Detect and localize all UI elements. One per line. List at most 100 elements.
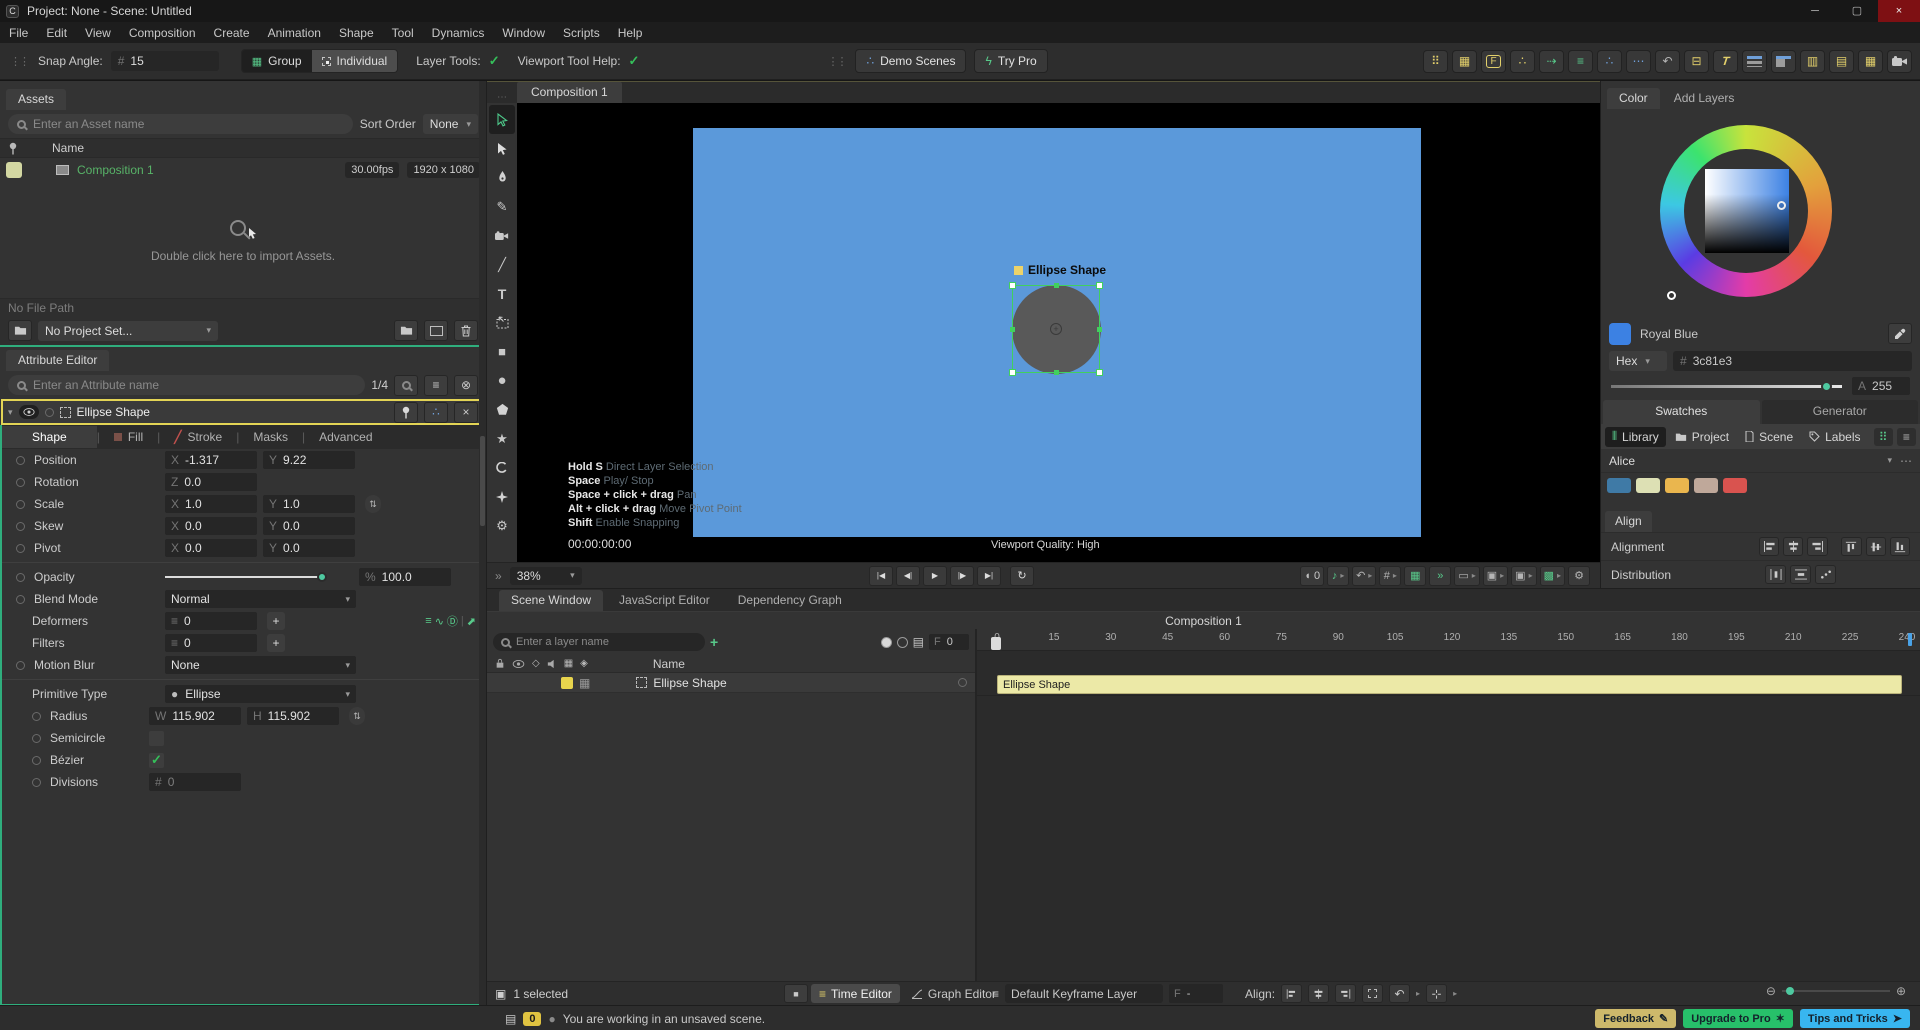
align-top-button[interactable] [1841,537,1862,556]
selected-layer-header[interactable]: ▾ Ellipse Shape ∴ × [1,399,485,425]
keyframe-dot[interactable] [32,711,41,721]
kf-align-left-button[interactable] [1281,984,1303,1003]
parent-icon[interactable]: ◈ [580,658,588,669]
deformers-field[interactable]: ≡ 0 [165,612,257,630]
tips-and-tricks-button[interactable]: Tips and Tricks ➤ [1799,1009,1910,1028]
align-left-button[interactable] [1758,537,1780,556]
rectangle-tool[interactable]: ■ [489,337,515,366]
mask-icon[interactable]: ◇ [532,658,540,669]
speaker-icon[interactable] [547,659,557,669]
add-filter-button[interactable]: + [267,634,285,652]
color-swatch[interactable] [1694,477,1718,493]
try-pro-button[interactable]: ϟ Try Pro [974,49,1048,73]
cube-tool-button[interactable]: ▦ [1452,49,1477,73]
rows-view-button[interactable]: ▤ [1829,49,1854,73]
work-area-end-marker[interactable] [1908,633,1912,646]
graph-editor-button[interactable]: Graph Editor [903,984,1004,1003]
close-icon[interactable]: × [1878,0,1920,22]
layer-row[interactable]: ▦ Ellipse Shape [487,673,975,693]
scene-source-button[interactable]: Scene [1738,427,1800,447]
pick-attribute-button[interactable] [394,374,418,396]
menu-item[interactable]: Tool [383,26,423,40]
menu-item[interactable]: Window [493,26,554,40]
semicircle-checkbox[interactable] [149,730,164,746]
columns-view-button[interactable]: ▥ [1800,49,1825,73]
node-more-button[interactable]: ⋯ [1626,49,1651,73]
keyframe-dot[interactable] [958,678,967,687]
bezier-checkbox[interactable]: ✓ [149,752,164,768]
color-wheel[interactable] [1601,109,1920,319]
opacity-slider[interactable] [165,572,327,582]
loop-button[interactable]: ↻ [1010,565,1034,586]
opacity-slider-knob[interactable] [317,572,327,582]
color-swatch[interactable] [1607,477,1631,493]
selection-handle[interactable] [1096,282,1103,289]
menu-item[interactable]: Shape [330,26,383,40]
project-source-button[interactable]: Project [1668,427,1736,447]
project-folder-button[interactable] [8,320,32,341]
keyframe-layer-dropdown[interactable]: Default Keyframe Layer [1005,984,1164,1003]
stagger-button[interactable]: ≡ [1568,49,1593,73]
eyedropper-button[interactable] [1888,323,1912,345]
transparency-toggle[interactable]: ▩ ▸ [1539,565,1565,586]
asset-name[interactable]: Composition 1 [77,163,154,177]
playback-speed-toggle[interactable]: » [1429,565,1452,586]
arc-tool-button[interactable]: ↶ [1655,49,1680,73]
node-graph-button[interactable]: ∴ [424,401,448,423]
radius-w-field[interactable]: W 115.902 [149,707,241,725]
keyframe-dot[interactable] [16,499,25,509]
arc-tool[interactable] [489,453,515,482]
distribute-v-button[interactable] [1790,565,1811,584]
timeline-tracks[interactable]: 0153045607590105120135150165180195210225… [977,629,1920,981]
close-attributes-button[interactable]: × [454,401,478,423]
layer-stack-toggle[interactable]: ▣ ▸ [1482,565,1509,586]
selection-handle[interactable] [1054,283,1059,288]
scatter-tool-button[interactable]: ∴ [1510,49,1535,73]
attribute-editor-tab[interactable]: Attribute Editor [6,350,110,371]
blend-mode-dropdown[interactable]: Normal ▾ [165,590,356,608]
exposure-control[interactable]: ◖ 0 [1300,565,1325,586]
primitive-type-dropdown[interactable]: ● Ellipse ▾ [165,685,356,703]
align-middle-v-button[interactable] [1865,537,1886,556]
play-button[interactable]: ▶ [923,565,947,586]
color-swatch[interactable] [1636,477,1660,493]
color-swatch[interactable] [1665,477,1689,493]
alpha-slider[interactable] [1611,380,1842,392]
selection-handle[interactable] [1010,327,1015,332]
zoom-slider[interactable] [1781,987,1890,995]
opacity-field[interactable]: % 100.0 [359,568,451,586]
radius-h-field[interactable]: H 115.902 [247,707,339,725]
duplicate-view-toggle[interactable]: ▣ ▸ [1511,565,1537,586]
selection-handle[interactable] [1097,327,1102,332]
left-panel-scrollbar[interactable] [479,81,486,1005]
forge-button[interactable]: F [1481,49,1506,73]
console-icon[interactable]: ▤ [505,1012,516,1026]
menu-item[interactable]: Help [609,26,652,40]
onion-skin-toggle[interactable]: ↶ ▸ [1352,565,1377,586]
grid-view-button[interactable]: ⠿ [1873,427,1893,446]
saturation-brightness-box[interactable] [1705,168,1789,253]
layer-tools-checkbox[interactable]: ✓ [489,53,500,69]
toolbar-grip-icon[interactable]: ⋮⋮ [827,55,847,68]
menu-item[interactable]: Edit [37,26,76,40]
assets-tab[interactable]: Assets [6,89,67,110]
jump-end-button[interactable]: ▶| [977,565,1001,586]
solo-toggle[interactable] [44,407,54,417]
star-tool[interactable]: ★ [489,424,515,453]
export-icon[interactable]: ⬈ [467,615,476,628]
transform-box-tool[interactable] [489,308,515,337]
link-values-button[interactable]: ⇅ [349,707,365,725]
pivot-x-field[interactable]: X 0.0 [165,539,257,557]
layer-color-chip[interactable] [561,676,573,689]
rotation-z-field[interactable]: Z 0.0 [165,473,257,491]
frame-field[interactable]: F - [1169,984,1224,1003]
layer-name[interactable]: Ellipse Shape [653,676,726,690]
keyframe-dot[interactable] [16,521,25,531]
menu-item[interactable]: Scripts [554,26,609,40]
tab-masks[interactable]: Masks [239,426,302,448]
keyframe-dot[interactable] [32,755,41,765]
panel-menu-icon[interactable]: ⋯ [487,92,517,103]
align-bottom-button[interactable] [1889,537,1910,556]
position-y-field[interactable]: Y 9.22 [263,451,355,469]
filters-field[interactable]: ≡ 0 [165,634,257,652]
